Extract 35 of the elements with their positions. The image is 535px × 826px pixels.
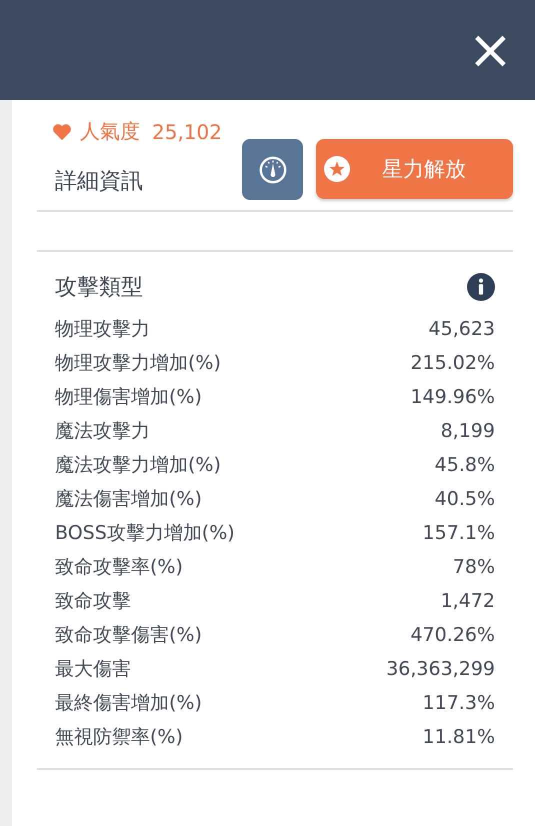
gauge-button[interactable] bbox=[242, 139, 303, 200]
heart-icon bbox=[52, 122, 72, 140]
stat-label: 致命攻擊傷害(%) bbox=[55, 623, 202, 648]
attack-type-title: 攻擊類型 bbox=[55, 274, 143, 302]
stat-value: 45.8% bbox=[434, 454, 495, 476]
stat-label: 無視防禦率(%) bbox=[55, 725, 183, 750]
stat-label: 致命攻擊率(%) bbox=[55, 555, 183, 580]
stat-label: 物理攻擊力增加(%) bbox=[55, 351, 221, 376]
stat-label: 魔法攻擊力增加(%) bbox=[55, 453, 221, 478]
stat-label: 致命攻擊 bbox=[55, 589, 131, 614]
stat-label: 最終傷害增加(%) bbox=[55, 691, 202, 716]
stat-value: 149.96% bbox=[410, 386, 495, 408]
stat-value: 40.5% bbox=[434, 488, 495, 510]
stat-value: 11.81% bbox=[422, 726, 495, 748]
section-title: 詳細資訊 bbox=[55, 168, 143, 196]
stat-label: 魔法攻擊力 bbox=[55, 419, 150, 444]
stat-value: 36,363,299 bbox=[386, 658, 495, 680]
stat-label: 物理傷害增加(%) bbox=[55, 385, 202, 410]
gauge-icon bbox=[258, 154, 288, 184]
stat-value: 1,472 bbox=[440, 590, 495, 612]
popularity-value: 25,102 bbox=[152, 120, 222, 144]
stat-label: 魔法傷害增加(%) bbox=[55, 487, 202, 512]
stat-value: 470.26% bbox=[410, 624, 495, 646]
info-icon[interactable] bbox=[467, 273, 495, 301]
stat-value: 117.3% bbox=[422, 692, 495, 714]
stat-value: 45,623 bbox=[428, 318, 495, 340]
stat-value: 8,199 bbox=[440, 420, 495, 442]
stat-label: BOSS攻擊力增加(%) bbox=[55, 521, 235, 546]
popularity-label: 人氣度 bbox=[80, 118, 140, 145]
stat-label: 最大傷害 bbox=[55, 657, 131, 682]
stat-value: 215.02% bbox=[410, 352, 495, 374]
stat-value: 78% bbox=[452, 556, 495, 578]
stat-label: 物理攻擊力 bbox=[55, 317, 150, 342]
close-button[interactable]: × bbox=[468, 23, 513, 77]
stat-value: 157.1% bbox=[422, 522, 495, 544]
